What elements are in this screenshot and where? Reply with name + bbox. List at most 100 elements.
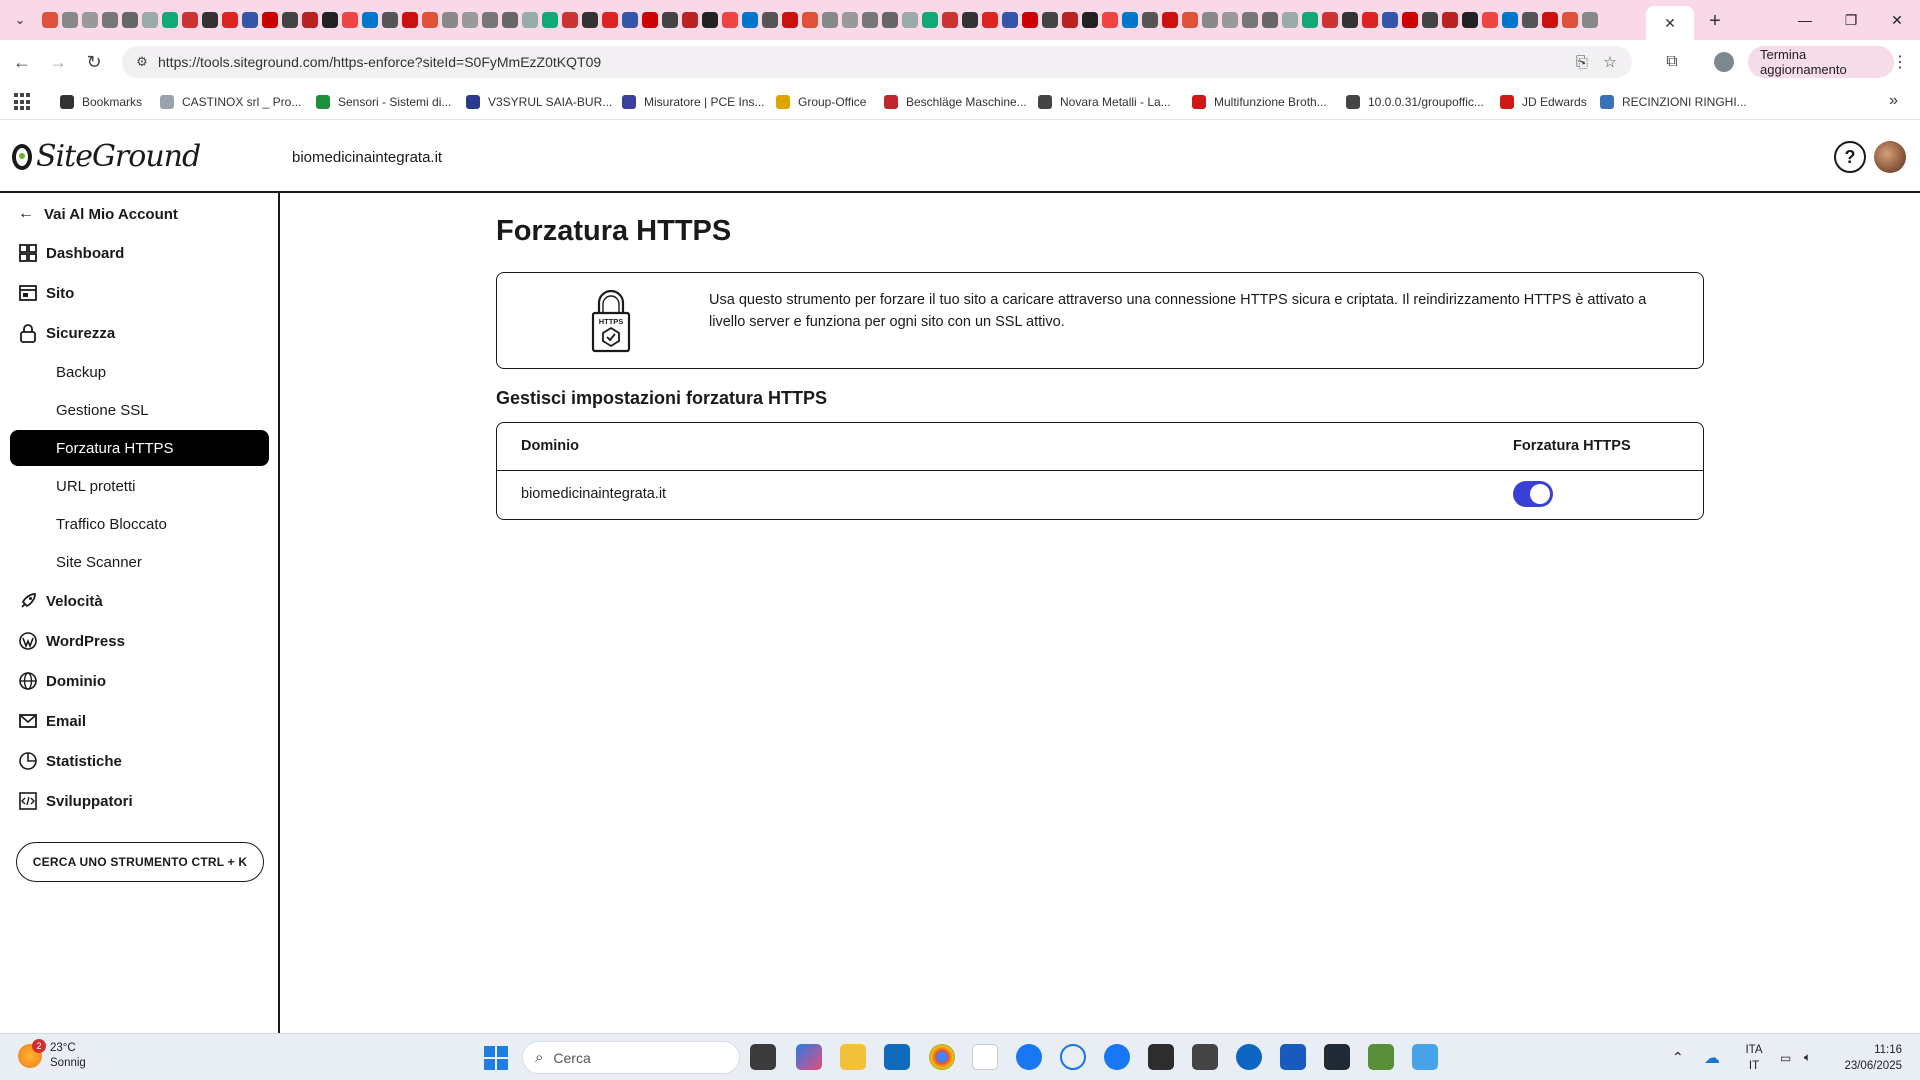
onedrive-icon[interactable]: ☁	[1704, 1034, 1720, 1080]
pinned-tab-icon[interactable]	[682, 12, 698, 28]
pinned-tab-icon[interactable]	[202, 12, 218, 28]
network-icon[interactable]: ▭	[1780, 1034, 1791, 1080]
pinned-tab-icon[interactable]	[1022, 12, 1038, 28]
sidebar-item-wordpress[interactable]: WordPress	[18, 629, 125, 653]
bookmark-item[interactable]: Beschläge Maschine...	[884, 92, 1027, 112]
bookmark-item[interactable]: Group-Office	[776, 92, 866, 112]
pinned-tab-icon[interactable]	[1002, 12, 1018, 28]
sidebar-item-site[interactable]: Sito	[18, 281, 74, 305]
pinned-tab-icon[interactable]	[582, 12, 598, 28]
pinned-tab-icon[interactable]	[442, 12, 458, 28]
pinned-tab-icon[interactable]	[722, 12, 738, 28]
site-info-icon[interactable]: ⚙	[132, 52, 152, 72]
weather-widget[interactable]: 2 23°C Sonnig	[18, 1039, 86, 1071]
bookmark-item[interactable]: Multifunzione Broth...	[1192, 92, 1327, 112]
install-app-icon[interactable]: ⎘	[1572, 52, 1592, 72]
volume-icon[interactable]: 🔈︎	[1804, 1034, 1811, 1080]
pinned-tab-icon[interactable]	[562, 12, 578, 28]
pinned-tab-icon[interactable]	[982, 12, 998, 28]
pinned-tab-icon[interactable]	[802, 12, 818, 28]
address-bar[interactable]: ⚙ https://tools.siteground.com/https-enf…	[122, 46, 1632, 78]
bookmark-item[interactable]: Misuratore | PCE Ins...	[622, 92, 765, 112]
start-windows-icon[interactable]	[484, 1046, 508, 1070]
bookmark-star-icon[interactable]: ☆	[1600, 52, 1620, 72]
siteground-logo[interactable]: SiteGround	[12, 139, 201, 174]
pinned-tab-icon[interactable]	[642, 12, 658, 28]
pinned-tab-icon[interactable]	[542, 12, 558, 28]
extensions-icon[interactable]: ⧉	[1660, 50, 1684, 74]
pinned-tab-icon[interactable]	[902, 12, 918, 28]
pinned-tab-icon[interactable]	[42, 12, 58, 28]
back-icon[interactable]: ←	[8, 48, 36, 76]
bookmark-item[interactable]: Sensori - Sistemi di...	[316, 92, 451, 112]
search-app-icon[interactable]	[1060, 1044, 1086, 1070]
pinned-tab-icon[interactable]	[82, 12, 98, 28]
bookmark-item[interactable]: CASTINOX srl _ Pro...	[160, 92, 301, 112]
terminal-icon[interactable]	[1324, 1044, 1350, 1070]
pinned-tab-icon[interactable]	[1582, 12, 1598, 28]
language-indicator[interactable]: ITA IT	[1744, 1042, 1764, 1074]
pinned-tab-icon[interactable]	[1542, 12, 1558, 28]
https-enforce-toggle[interactable]	[1513, 481, 1553, 507]
apps-grid-icon[interactable]	[14, 93, 32, 111]
back-to-account-link[interactable]: ← Vai Al Mio Account	[18, 205, 178, 223]
pinned-tab-icon[interactable]	[922, 12, 938, 28]
pinned-tab-icon[interactable]	[662, 12, 678, 28]
forward-icon[interactable]: →	[44, 48, 72, 76]
bookmark-item[interactable]: 10.0.0.31/groupoffic...	[1346, 92, 1484, 112]
file-explorer-icon[interactable]	[840, 1044, 866, 1070]
pinned-tab-icon[interactable]	[1242, 12, 1258, 28]
pinned-tab-icon[interactable]	[282, 12, 298, 28]
pinned-tab-icon[interactable]	[1522, 12, 1538, 28]
pinned-tab-icon[interactable]	[1142, 12, 1158, 28]
pinned-tab-icon[interactable]	[522, 12, 538, 28]
close-tab-icon[interactable]: ✕	[1664, 15, 1676, 32]
sidebar-sub-ssl[interactable]: Gestione SSL	[10, 392, 269, 428]
pinned-tab-icon[interactable]	[1362, 12, 1378, 28]
sidebar-sub-site-scanner[interactable]: Site Scanner	[10, 544, 269, 580]
pinned-tab-icon[interactable]	[842, 12, 858, 28]
pinned-tab-icon[interactable]	[622, 12, 638, 28]
help-icon[interactable]: ?	[1834, 141, 1866, 173]
close-window-icon[interactable]: ✕	[1874, 0, 1920, 40]
pinned-tab-icon[interactable]	[1422, 12, 1438, 28]
tab-search-icon[interactable]: ⌄	[8, 8, 32, 32]
store-icon[interactable]	[1148, 1044, 1174, 1070]
pinned-tab-icon[interactable]	[1502, 12, 1518, 28]
search-tool-button[interactable]: CERCA UNO STRUMENTO CTRL + K	[16, 842, 264, 882]
site-selector[interactable]: biomedicinaintegrata.it	[292, 149, 442, 166]
pinned-tab-icon[interactable]	[302, 12, 318, 28]
pinned-tab-icon[interactable]	[1082, 12, 1098, 28]
pinned-tab-icon[interactable]	[102, 12, 118, 28]
pinned-tab-icon[interactable]	[1402, 12, 1418, 28]
network-tool-icon[interactable]	[1368, 1044, 1394, 1070]
pinned-tab-icon[interactable]	[122, 12, 138, 28]
chrome-icon[interactable]	[929, 1044, 955, 1070]
pinned-tab-icon[interactable]	[762, 12, 778, 28]
bookmark-item[interactable]: Bookmarks	[60, 92, 142, 112]
pinned-tab-icon[interactable]	[262, 12, 278, 28]
pinned-tab-icon[interactable]	[1282, 12, 1298, 28]
reload-icon[interactable]: ↻	[80, 48, 108, 76]
pinned-tab-icon[interactable]	[882, 12, 898, 28]
pinned-tab-icon[interactable]	[702, 12, 718, 28]
pinned-tab-icon[interactable]	[1122, 12, 1138, 28]
pinned-tab-icon[interactable]	[142, 12, 158, 28]
pinned-tab-icon[interactable]	[782, 12, 798, 28]
minimize-icon[interactable]: —	[1782, 0, 1828, 40]
pinned-tab-icon[interactable]	[1442, 12, 1458, 28]
pinned-tab-icon[interactable]	[1062, 12, 1078, 28]
bookmark-item[interactable]: Novara Metalli - La...	[1038, 92, 1171, 112]
pinned-tab-icon[interactable]	[822, 12, 838, 28]
pinned-tab-icon[interactable]	[862, 12, 878, 28]
sidebar-sub-protected-urls[interactable]: URL protetti	[10, 468, 269, 504]
pinned-tab-icon[interactable]	[182, 12, 198, 28]
pinned-tab-icon[interactable]	[1182, 12, 1198, 28]
news-app-icon[interactable]	[796, 1044, 822, 1070]
system-clock[interactable]: 11:16 23/06/2025	[1838, 1042, 1902, 1074]
pinned-tab-icon[interactable]	[62, 12, 78, 28]
pinned-tab-icon[interactable]	[322, 12, 338, 28]
pinned-tab-icon[interactable]	[342, 12, 358, 28]
sidebar-item-security[interactable]: Sicurezza	[18, 321, 115, 345]
show-hidden-icons[interactable]: ⌃	[1672, 1034, 1684, 1080]
